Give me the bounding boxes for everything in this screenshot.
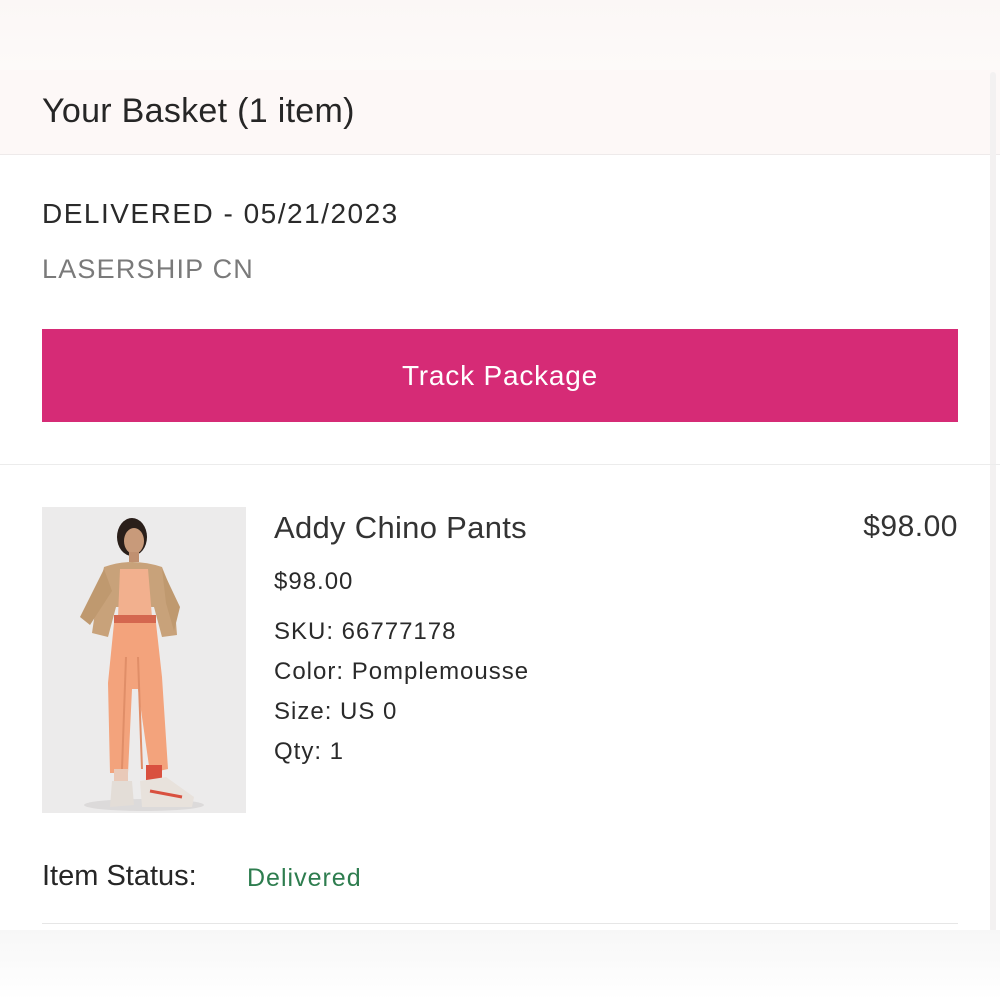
delivery-status: DELIVERED - 05/21/2023 <box>42 198 399 229</box>
page-title: Your Basket (1 item) <box>42 92 355 130</box>
bottom-bar <box>0 930 1000 1000</box>
basket-header: Your Basket (1 item) <box>0 70 1000 155</box>
color-text: Color: Pomplemousse <box>274 658 530 685</box>
item-status-label: Item Status: <box>42 860 197 892</box>
sku-text: SKU: 66777178 <box>274 618 457 645</box>
product-total-price: $98.00 <box>863 510 958 543</box>
track-package-button[interactable]: Track Package <box>42 329 958 422</box>
product-name[interactable]: Addy Chino Pants <box>274 510 527 546</box>
qty-text: Qty: 1 <box>274 738 345 765</box>
scrollbar[interactable] <box>990 72 996 932</box>
product-photo-icon <box>42 507 246 813</box>
unit-price: $98.00 <box>274 568 354 595</box>
size-text: Size: US 0 <box>274 698 398 725</box>
divider <box>42 923 958 924</box>
product-image[interactable] <box>42 507 246 813</box>
top-bar <box>0 0 1000 70</box>
item-status-value: Delivered <box>247 864 362 892</box>
order-details-page: Your Basket (1 item) DELIVERED - 05/21/2… <box>0 0 1000 1000</box>
divider <box>0 464 1000 465</box>
carrier-name: LASERSHIP CN <box>42 254 254 284</box>
